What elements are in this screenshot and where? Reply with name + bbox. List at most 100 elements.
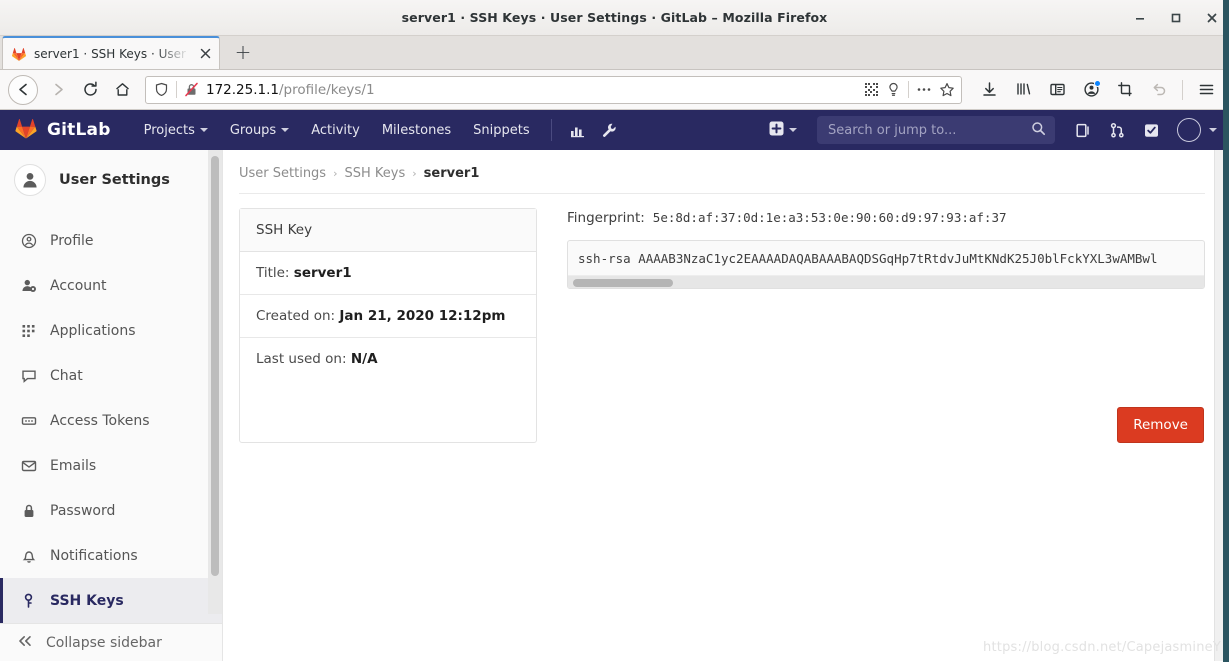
sidebar-icon[interactable] — [1042, 75, 1072, 105]
gitlab-nav-menu: Projects Groups Activity Milestones Snip… — [133, 110, 541, 150]
sidebar-item-ssh-keys[interactable]: SSH Keys — [0, 578, 222, 623]
gitlab-nav-right — [761, 110, 1229, 150]
public-key-text: ssh-rsa AAAAB3NzaC1yc2EAAAADAQABAAABAQDS… — [578, 251, 1158, 266]
profile-icon — [20, 233, 37, 249]
sidebar-item-emails[interactable]: Emails — [0, 443, 222, 488]
sidebar-item-account[interactable]: Account — [0, 263, 222, 308]
minimize-button[interactable] — [1131, 9, 1149, 27]
sidebar-item-chat[interactable]: Chat — [0, 353, 222, 398]
undo-icon[interactable] — [1144, 75, 1174, 105]
breadcrumb-separator-2: › — [412, 167, 417, 180]
lock-icon — [20, 503, 37, 519]
main-content: User Settings › SSH Keys › server1 SSH K… — [223, 150, 1229, 661]
window-titlebar: server1 · SSH Keys · User Settings · Git… — [0, 0, 1229, 36]
library-icon[interactable] — [1008, 75, 1038, 105]
sidebar-item-password[interactable]: Password — [0, 488, 222, 533]
menu-icon[interactable] — [1191, 75, 1221, 105]
breadcrumb-divider — [239, 193, 1205, 194]
key-icon — [20, 593, 37, 609]
watermark-text: https://blog.csdn.net/CapejasmineY — [983, 640, 1221, 655]
new-tab-button[interactable]: + — [228, 37, 258, 67]
breadcrumb-item-user-settings[interactable]: User Settings — [239, 166, 326, 181]
reload-button[interactable] — [75, 75, 105, 105]
sidebar-item-profile[interactable]: Profile — [0, 218, 222, 263]
nav-item-projects[interactable]: Projects — [133, 110, 219, 150]
gitlab-top-nav: GitLab Projects Groups Activity Mileston… — [0, 110, 1229, 150]
nav-item-milestones[interactable]: Milestones — [371, 110, 462, 150]
sidebar-item-applications[interactable]: Applications — [0, 308, 222, 353]
page-actions-icon[interactable] — [916, 82, 932, 97]
home-button[interactable] — [107, 75, 137, 105]
collapse-sidebar-button[interactable]: Collapse sidebar — [0, 623, 222, 661]
issues-icon[interactable] — [1067, 110, 1099, 150]
avatar[interactable] — [1177, 118, 1201, 142]
content-columns: SSH Key Title: server1 Created on: Jan 2… — [239, 208, 1205, 443]
public-key-box[interactable]: ssh-rsa AAAAB3NzaC1yc2EAAAADAQABAAABAQDS… — [567, 240, 1205, 289]
actions-row: Remove — [567, 407, 1205, 443]
bookmark-star-icon[interactable] — [939, 82, 955, 98]
search-icon[interactable] — [1031, 121, 1046, 140]
ssh-key-row-created: Created on: Jan 21, 2020 12:12pm — [240, 295, 536, 338]
ssh-key-created-value: Jan 21, 2020 12:12pm — [339, 308, 506, 324]
browser-toolbar-right — [974, 75, 1221, 105]
remove-button[interactable]: Remove — [1117, 407, 1204, 443]
url-bar[interactable]: 172.25.1.1/profile/keys/1 — [145, 75, 962, 104]
url-text[interactable]: 172.25.1.1/profile/keys/1 — [206, 82, 857, 98]
create-new-button[interactable] — [761, 110, 805, 150]
qr-code-icon[interactable] — [864, 82, 879, 97]
public-key-scrollbar-thumb[interactable] — [573, 279, 673, 287]
fingerprint-label: Fingerprint: — [567, 210, 645, 226]
sidebar-item-notifications[interactable]: Notifications — [0, 533, 222, 578]
chevron-down-icon-avatar[interactable] — [1209, 128, 1217, 132]
analytics-icon[interactable] — [562, 110, 594, 150]
wrench-icon[interactable] — [594, 110, 626, 150]
gitlab-body: User Settings Profile Account Applicatio… — [0, 150, 1229, 661]
maximize-button[interactable] — [1167, 9, 1185, 27]
envelope-icon — [20, 458, 37, 474]
forward-button[interactable] — [43, 75, 73, 105]
close-button[interactable] — [1203, 9, 1221, 27]
fingerprint-line: Fingerprint: 5e:8d:af:37:0d:1e:a3:53:0e:… — [567, 210, 1205, 226]
downloads-icon[interactable] — [974, 75, 1004, 105]
merge-requests-icon[interactable] — [1101, 110, 1133, 150]
tab-close-icon[interactable] — [197, 46, 213, 62]
settings-sidebar: User Settings Profile Account Applicatio… — [0, 150, 223, 661]
sidebar-avatar — [14, 164, 46, 196]
back-button[interactable] — [8, 74, 38, 105]
ssh-key-row-last-used: Last used on: N/A — [240, 338, 536, 380]
sidebar-label-access-tokens: Access Tokens — [50, 412, 150, 429]
nav-item-groups[interactable]: Groups — [219, 110, 300, 150]
ssh-key-title-label: Title: — [256, 265, 290, 281]
todos-icon[interactable] — [1135, 110, 1167, 150]
url-host: 172.25.1.1 — [206, 81, 279, 98]
account-icon[interactable] — [1076, 75, 1106, 105]
plus-square-icon — [769, 121, 784, 140]
sidebar-item-access-tokens[interactable]: Access Tokens — [0, 398, 222, 443]
search-input[interactable] — [826, 121, 1031, 139]
search-box[interactable] — [817, 116, 1055, 144]
sidebar-label-account: Account — [50, 277, 107, 294]
reader-mode-icon[interactable] — [886, 82, 901, 97]
breadcrumb-item-server1: server1 — [423, 166, 480, 181]
window-controls — [1131, 0, 1221, 36]
ssh-key-created-label: Created on: — [256, 308, 336, 324]
key-details-column: Fingerprint: 5e:8d:af:37:0d:1e:a3:53:0e:… — [567, 208, 1205, 443]
breadcrumb-item-ssh-keys[interactable]: SSH Keys — [345, 166, 406, 181]
nav-item-activity[interactable]: Activity — [300, 110, 371, 150]
shield-icon[interactable] — [154, 82, 169, 97]
lock-crossed-icon[interactable] — [184, 82, 199, 97]
sidebar-label-profile: Profile — [50, 232, 94, 249]
gitlab-logo[interactable]: GitLab — [14, 116, 111, 144]
nav-item-snippets[interactable]: Snippets — [462, 110, 540, 150]
nav-divider — [550, 119, 552, 141]
account-icon — [20, 278, 37, 294]
breadcrumb: User Settings › SSH Keys › server1 — [239, 166, 1205, 181]
browser-tab[interactable]: server1 · SSH Keys · User Settings · Git… — [2, 36, 220, 69]
gitlab-brand-text: GitLab — [47, 120, 111, 140]
sidebar-label-applications: Applications — [50, 322, 136, 339]
screenshot-icon[interactable] — [1110, 75, 1140, 105]
bell-icon — [20, 548, 37, 564]
sidebar-scrollbar-thumb[interactable] — [211, 156, 219, 576]
public-key-scrollbar[interactable] — [568, 275, 1204, 288]
nav-label-projects: Projects — [143, 122, 195, 138]
